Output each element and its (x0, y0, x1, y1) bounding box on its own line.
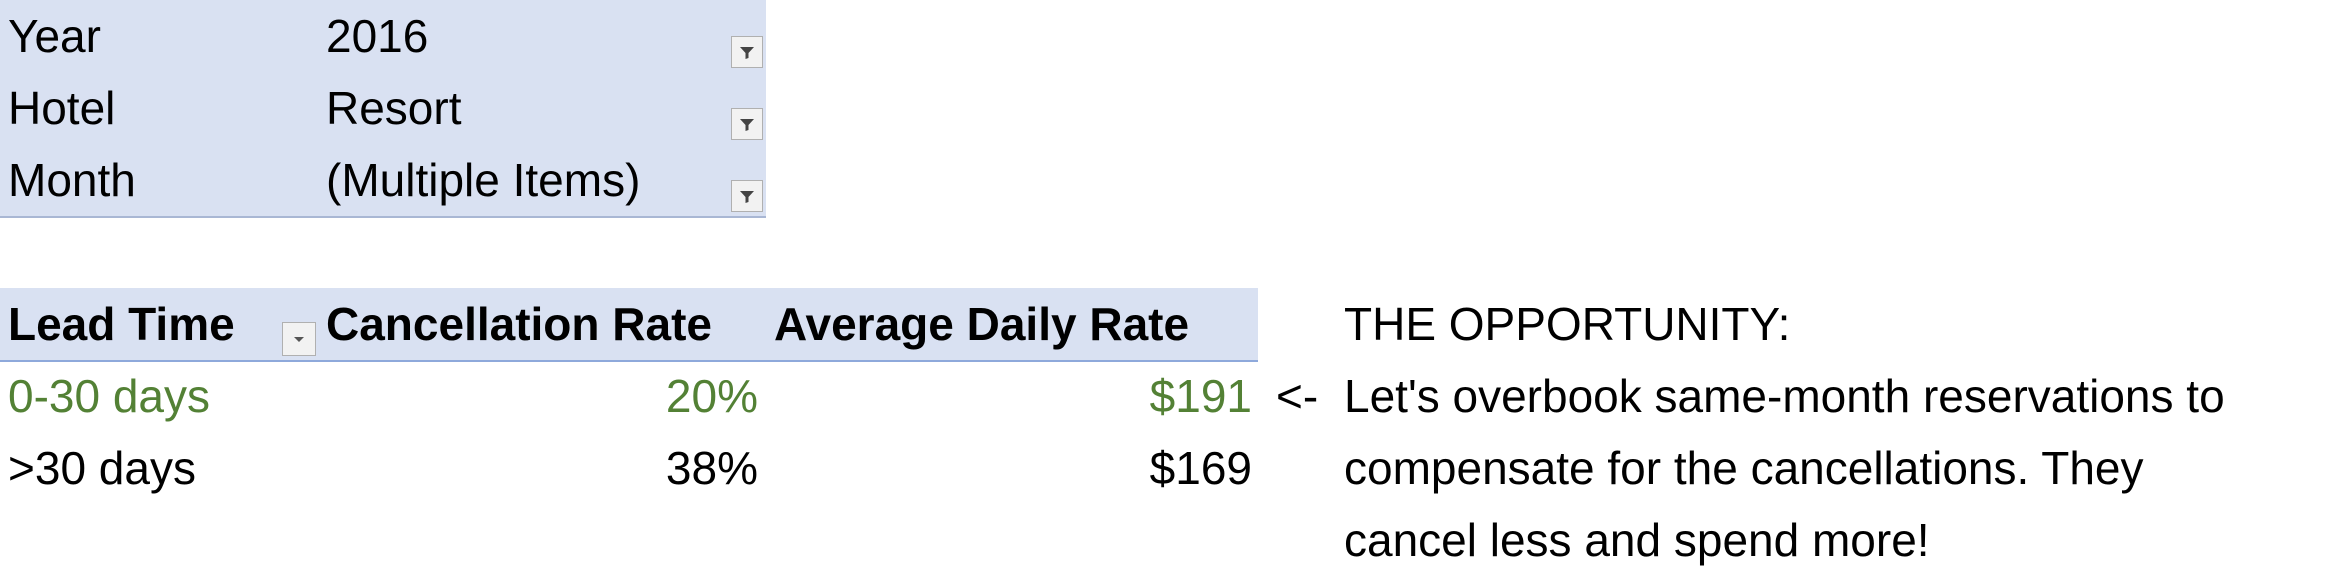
chevron-down-icon (294, 337, 304, 342)
note-arrow: <- (1276, 370, 1319, 422)
funnel-filter-icon (740, 119, 754, 131)
filter-label-month: Month (8, 154, 136, 206)
month-filter-button[interactable] (731, 180, 763, 212)
header-cancellation-rate: Cancellation Rate (326, 298, 712, 350)
header-average-daily-rate: Average Daily Rate (774, 298, 1190, 350)
filter-value-month: (Multiple Items) (326, 154, 641, 206)
filter-value-hotel: Resort (326, 82, 462, 134)
funnel-filter-icon (740, 191, 754, 203)
year-filter-button[interactable] (731, 36, 763, 68)
note-line-1: Let's overbook same-month reservations t… (1344, 370, 2225, 422)
lead-time-dropdown-button[interactable] (282, 322, 316, 356)
row1-average-daily-rate: $191 (1149, 370, 1252, 422)
row1-cancellation-rate: 20% (665, 370, 758, 422)
funnel-filter-icon (740, 47, 754, 59)
note-line-3: cancel less and spend more! (1344, 514, 1930, 566)
row2-average-daily-rate: $169 (1149, 442, 1252, 494)
filter-label-hotel: Hotel (8, 82, 116, 134)
row1-lead-time: 0-30 days (8, 370, 211, 422)
note-title: THE OPPORTUNITY: (1344, 298, 1791, 350)
row2-cancellation-rate: 38% (665, 442, 758, 494)
filter-label-year: Year (8, 10, 101, 62)
hotel-filter-button[interactable] (731, 108, 763, 140)
row2-lead-time: >30 days (8, 442, 196, 494)
filter-value-year: 2016 (326, 10, 429, 62)
header-lead-time: Lead Time (8, 298, 235, 350)
note-line-2: compensate for the cancellations. They (1344, 442, 2144, 494)
